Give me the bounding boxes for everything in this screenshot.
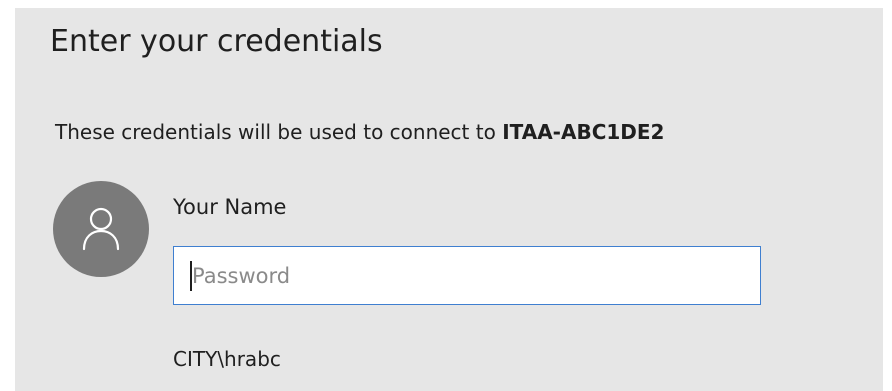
- domain-account: CITY\hrabc: [173, 347, 281, 371]
- description-text: These credentials will be used to connec…: [55, 120, 503, 144]
- text-caret: [190, 261, 192, 291]
- password-field[interactable]: [173, 246, 761, 305]
- dialog-description: These credentials will be used to connec…: [55, 120, 664, 144]
- dialog-title: Enter your credentials: [50, 24, 383, 59]
- user-display-name: Your Name: [173, 195, 287, 219]
- credentials-dialog: Enter your credentials These credentials…: [15, 8, 883, 391]
- target-host: ITAA-ABC1DE2: [502, 120, 665, 144]
- avatar: [53, 181, 149, 277]
- person-icon: [82, 207, 120, 251]
- password-input[interactable]: [174, 247, 760, 304]
